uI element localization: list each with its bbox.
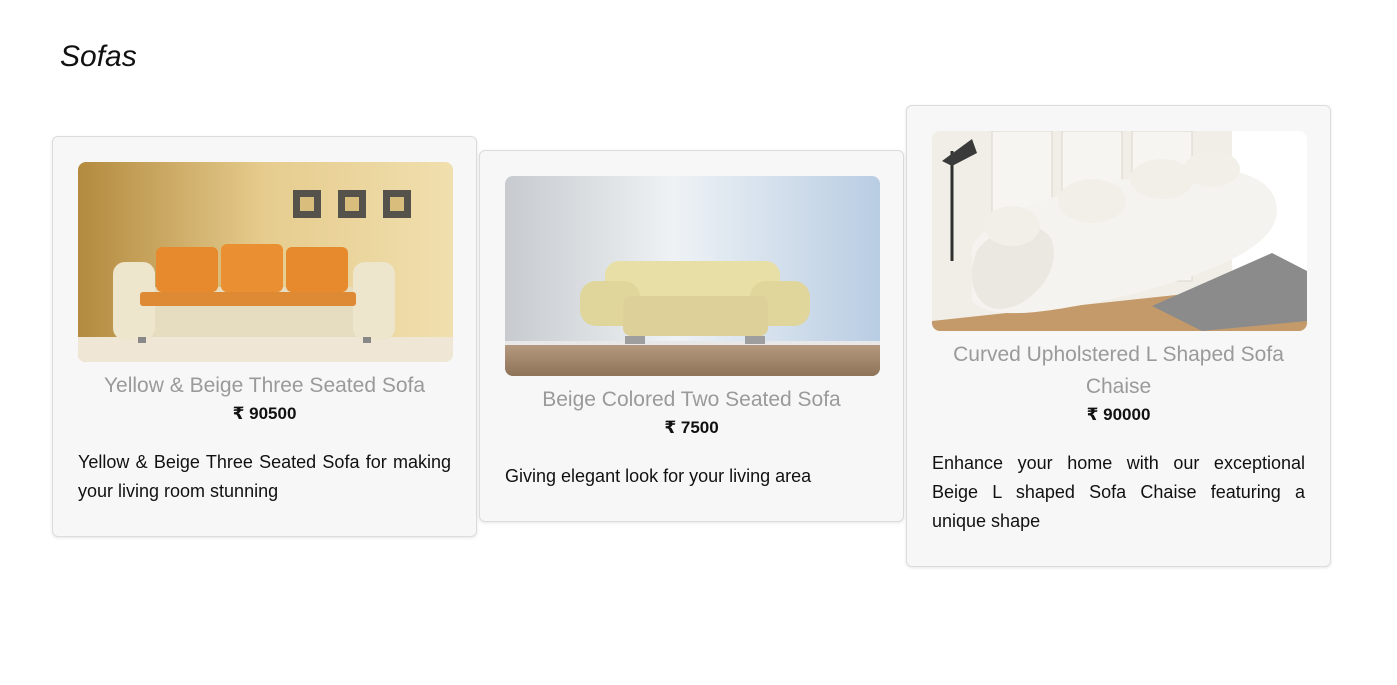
- product-description: Giving elegant look for your living area: [505, 466, 812, 486]
- product-description: Yellow & Beige Three Seated Sofa for mak…: [78, 451, 451, 501]
- product-title[interactable]: Beige Colored Two Seated Sofa: [505, 384, 878, 416]
- product-image[interactable]: [932, 131, 1307, 331]
- product-card[interactable]: Yellow & Beige Three Seated Sofa ₹ 90500…: [52, 135, 477, 537]
- beige-sofa-image: [505, 176, 880, 376]
- product-price: ₹ 7500: [664, 418, 719, 437]
- product-description: Enhance your home with our exceptional B…: [932, 453, 1305, 531]
- product-price: ₹ 90000: [1086, 405, 1151, 424]
- product-image[interactable]: [78, 161, 453, 362]
- product-title[interactable]: Curved Upholstered L Shaped Sofa Chaise: [932, 339, 1305, 403]
- product-card[interactable]: Curved Upholstered L Shaped Sofa Chaise …: [906, 105, 1331, 567]
- product-card[interactable]: Beige Colored Two Seated Sofa ₹ 7500 Giv…: [479, 150, 904, 522]
- product-image[interactable]: [505, 176, 880, 376]
- curved-sofa-image: [932, 131, 1307, 331]
- product-title[interactable]: Yellow & Beige Three Seated Sofa: [78, 370, 451, 402]
- product-price: ₹ 90500: [232, 403, 297, 423]
- orange-sofa-image: [78, 161, 453, 362]
- product-list: Yellow & Beige Three Seated Sofa ₹ 90500…: [52, 105, 1334, 567]
- page-title: Sofas: [60, 40, 137, 73]
